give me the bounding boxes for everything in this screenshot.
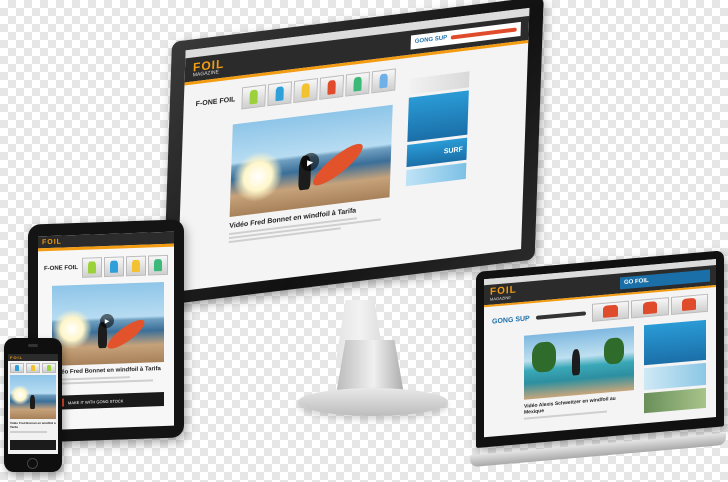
- product-thumb[interactable]: [267, 81, 293, 107]
- product-thumbnails: [591, 293, 708, 322]
- product-thumb[interactable]: [42, 363, 56, 373]
- site-header: FOIL: [8, 354, 58, 361]
- foil-graphic: [451, 27, 517, 40]
- play-icon[interactable]: ▶: [100, 313, 114, 329]
- imac-stand-base: [298, 388, 448, 416]
- sidebar-ad[interactable]: [644, 362, 706, 391]
- rider-silhouette: [572, 348, 580, 376]
- product-thumb[interactable]: [126, 255, 146, 277]
- imac-monitor: FOIL MAGAZINE GONG SUP F-ONE FOIL ▶ Vidé…: [162, 0, 544, 306]
- product-thumb[interactable]: [631, 297, 669, 319]
- product-thumb[interactable]: [241, 84, 267, 110]
- product-thumb[interactable]: [26, 363, 40, 373]
- article-title: Vidéo Fred Bonnet en windfoil à Tarifa: [10, 421, 56, 429]
- sidebar-ad[interactable]: [644, 387, 706, 414]
- ad-text: MAKE IT WITH GONG STOCK: [68, 397, 124, 405]
- sun-glare: [232, 148, 284, 205]
- sidebar-ad[interactable]: [407, 90, 469, 143]
- site-logo-text: FOIL: [42, 238, 62, 246]
- footer-ad[interactable]: [10, 440, 56, 450]
- product-thumb[interactable]: [104, 256, 124, 278]
- laptop-screen: FOIL MAGAZINE GO FOIL GONG SUP Vidéo Ale…: [484, 259, 716, 438]
- banner-brand: GONG SUP: [492, 314, 530, 326]
- palm-tree: [604, 337, 624, 365]
- site-logo[interactable]: FOIL: [42, 238, 62, 246]
- product-thumbnails: [10, 363, 56, 373]
- featured-video-thumbnail[interactable]: [524, 326, 634, 400]
- phone-speaker: [28, 344, 38, 347]
- article-caption[interactable]: Vidéo Fred Bonnet en windfoil à Tarifa: [52, 366, 164, 386]
- banner-brand: GONG SUP: [414, 35, 448, 46]
- foil-graphic: [535, 311, 586, 320]
- site-logo[interactable]: FOIL: [10, 355, 23, 360]
- brand-strip: F-ONE FOIL: [44, 252, 168, 282]
- surf-ad-label: SURF: [443, 145, 463, 156]
- product-thumbnails: [82, 254, 168, 278]
- footer-ad[interactable]: MAKE IT WITH GONG STOCK: [52, 391, 164, 410]
- site-logo[interactable]: FOIL MAGAZINE: [193, 56, 225, 78]
- featured-video-thumbnail[interactable]: [10, 375, 56, 419]
- site-logo-subtitle: MAGAZINE: [490, 294, 511, 302]
- product-thumb[interactable]: [371, 68, 396, 94]
- product-thumb[interactable]: [319, 74, 345, 100]
- product-thumb[interactable]: [82, 257, 102, 278]
- article-title: Vidéo Fred Bonnet en windfoil à Tarifa: [52, 366, 161, 376]
- brand-logo[interactable]: F-ONE FOIL: [44, 265, 78, 272]
- play-icon[interactable]: ▶: [300, 151, 320, 173]
- home-button[interactable]: [27, 458, 38, 469]
- imac-screen: FOIL MAGAZINE GONG SUP F-ONE FOIL ▶ Vidé…: [177, 7, 530, 292]
- sun-glare: [10, 385, 30, 405]
- brand-logo[interactable]: F-ONE FOIL: [196, 96, 236, 108]
- phone-device: FOIL Vidéo Fred Bonnet en windfoil à Tar…: [4, 338, 62, 472]
- sidebar: [644, 319, 706, 415]
- product-thumb[interactable]: [293, 78, 319, 104]
- product-thumb[interactable]: [670, 293, 708, 315]
- product-thumb[interactable]: [591, 300, 630, 322]
- featured-video-thumbnail[interactable]: ▶: [229, 104, 393, 217]
- product-thumb[interactable]: [10, 363, 24, 373]
- banner-foil: GO FOIL: [624, 277, 649, 287]
- product-thumb[interactable]: [345, 71, 370, 97]
- sidebar: SURF: [405, 71, 470, 197]
- sidebar-ad[interactable]: [405, 162, 467, 187]
- site-logo[interactable]: FOIL MAGAZINE: [490, 284, 517, 302]
- laptop-display: FOIL MAGAZINE GO FOIL GONG SUP Vidéo Ale…: [476, 250, 724, 448]
- phone-screen: FOIL Vidéo Fred Bonnet en windfoil à Tar…: [8, 354, 58, 454]
- article-excerpt: [10, 431, 47, 434]
- palm-tree: [532, 341, 556, 374]
- sidebar-ad[interactable]: [644, 319, 706, 366]
- product-thumb[interactable]: [148, 254, 168, 276]
- featured-video-thumbnail[interactable]: ▶: [52, 281, 164, 366]
- article-caption[interactable]: Vidéo Fred Bonnet en windfoil à Tarifa: [10, 421, 56, 434]
- rider-silhouette: [30, 395, 35, 409]
